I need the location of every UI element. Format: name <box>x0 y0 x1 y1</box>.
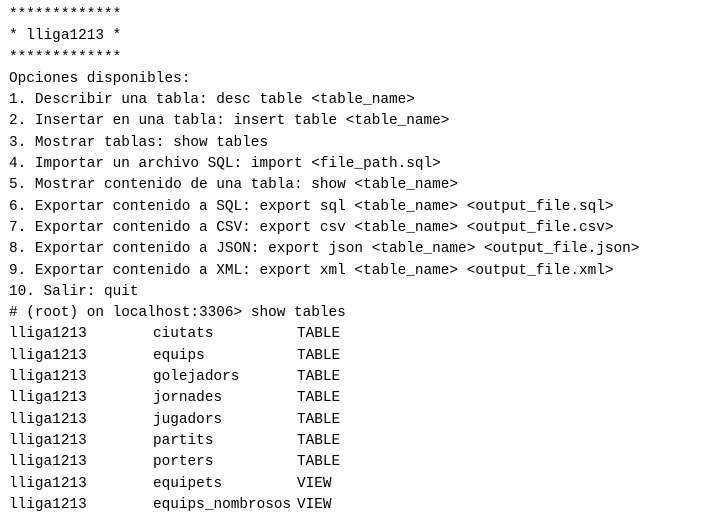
result-table-type: TABLE <box>297 390 341 407</box>
menu-option: 8. Exportar contenido a JSON: export jso… <box>9 241 640 258</box>
shell-prompt: # (root) on localhost:3306> <box>9 305 251 322</box>
terminal-output[interactable]: ************* * lliga1213 * ************… <box>9 5 699 516</box>
menu-option: 6. Exportar contenido a SQL: export sql … <box>9 198 614 215</box>
result-table-name: porters <box>153 454 214 471</box>
result-table-name: equips <box>153 347 205 364</box>
banner-line: * lliga1213 * <box>9 28 122 45</box>
result-table-type: TABLE <box>297 369 341 386</box>
menu-heading: Opciones disponibles: <box>9 70 191 87</box>
result-table-name: jornades <box>153 390 223 407</box>
result-database: lliga1213 <box>9 454 87 471</box>
result-row: lliga1213 equipets VIEW <box>9 474 699 495</box>
result-table-name: jugadors <box>153 411 223 428</box>
result-database: lliga1213 <box>9 347 87 364</box>
result-row: lliga1213 partits TABLE <box>9 431 699 452</box>
result-table-type: TABLE <box>297 454 341 471</box>
result-database: lliga1213 <box>9 326 87 343</box>
result-table-type: TABLE <box>297 347 341 364</box>
result-table-name: equips_nombrosos <box>153 496 292 513</box>
result-row: lliga1213 porters TABLE <box>9 452 699 473</box>
result-row: lliga1213 jornades TABLE <box>9 388 699 409</box>
menu-option: 10. Salir: quit <box>9 283 139 300</box>
result-row: lliga1213 equips_nombrosos VIEW <box>9 495 699 516</box>
result-database: lliga1213 <box>9 369 87 386</box>
result-database: lliga1213 <box>9 411 87 428</box>
menu-option: 4. Importar un archivo SQL: import <file… <box>9 156 441 173</box>
menu-option: 5. Mostrar contenido de una tabla: show … <box>9 177 459 194</box>
menu-option: 9. Exportar contenido a XML: export xml … <box>9 262 614 279</box>
result-table-type: TABLE <box>297 411 341 428</box>
result-table-name: golejadors <box>153 369 240 386</box>
result-database: lliga1213 <box>9 475 87 492</box>
result-table-type: TABLE <box>297 326 341 343</box>
result-row: lliga1213 equips TABLE <box>9 346 699 367</box>
result-database: lliga1213 <box>9 390 87 407</box>
banner-line: ************* <box>9 7 122 23</box>
result-table-type: VIEW <box>297 475 332 492</box>
result-database: lliga1213 <box>9 432 87 449</box>
result-row: lliga1213 jugadors TABLE <box>9 410 699 431</box>
result-row: lliga1213 golejadors TABLE <box>9 367 699 388</box>
result-database: lliga1213 <box>9 496 87 513</box>
result-table-type: VIEW <box>297 496 332 513</box>
menu-option: 2. Insertar en una tabla: insert table <… <box>9 113 450 130</box>
menu-option: 1. Describir una tabla: desc table <tabl… <box>9 92 415 109</box>
prompt-line: # (root) on localhost:3306> show tables <box>9 303 699 324</box>
banner-line: ************* <box>9 49 122 66</box>
menu-option: 7. Exportar contenido a CSV: export csv … <box>9 219 614 236</box>
result-table-name: equipets <box>153 475 223 492</box>
result-table-type: TABLE <box>297 432 341 449</box>
menu-option: 3. Mostrar tablas: show tables <box>9 134 269 151</box>
result-table-name: partits <box>153 432 214 449</box>
result-row: lliga1213 ciutats TABLE <box>9 324 699 345</box>
result-table-name: ciutats <box>153 326 214 343</box>
entered-command: show tables <box>250 305 346 322</box>
